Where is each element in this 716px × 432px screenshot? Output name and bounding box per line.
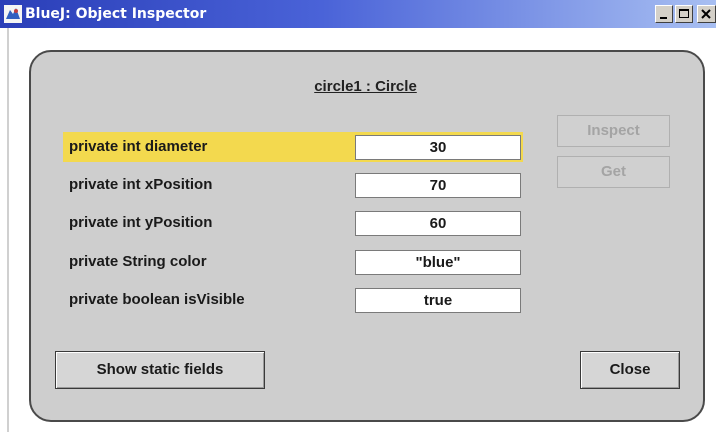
close-window-button[interactable] [697,5,716,23]
title-bar[interactable]: BlueJ: Object Inspector [0,0,716,28]
field-row-color[interactable]: private String color "blue" [63,247,523,277]
object-inspector-window: BlueJ: Object Inspector circle1 : Circle… [0,0,716,432]
field-value: "blue" [355,250,521,275]
maximize-icon [679,9,689,18]
field-row-yposition[interactable]: private int yPosition 60 [63,208,523,238]
close-icon [701,9,711,19]
field-label: private int diameter [69,138,208,155]
field-row-xposition[interactable]: private int xPosition 70 [63,170,523,200]
field-value: 60 [355,211,521,236]
field-row-isvisible[interactable]: private boolean isVisible true [63,285,523,315]
field-label: private boolean isVisible [69,291,245,308]
field-value: true [355,288,521,313]
field-label: private String color [69,253,207,270]
field-label: private int xPosition [69,176,213,193]
minimize-button[interactable] [655,5,673,23]
maximize-button[interactable] [675,5,693,23]
field-label: private int yPosition [69,214,213,231]
object-title: circle1 : Circle [314,78,417,95]
window-title: BlueJ: Object Inspector [25,6,207,22]
close-button[interactable]: Close [580,351,680,389]
minimize-icon [660,17,667,19]
inspect-button[interactable]: Inspect [557,115,670,147]
show-static-fields-button[interactable]: Show static fields [55,351,265,389]
field-value: 70 [355,173,521,198]
bluej-app-icon [4,5,22,23]
field-row-diameter[interactable]: private int diameter 30 [63,132,523,162]
field-value: 30 [355,135,521,160]
get-button[interactable]: Get [557,156,670,188]
